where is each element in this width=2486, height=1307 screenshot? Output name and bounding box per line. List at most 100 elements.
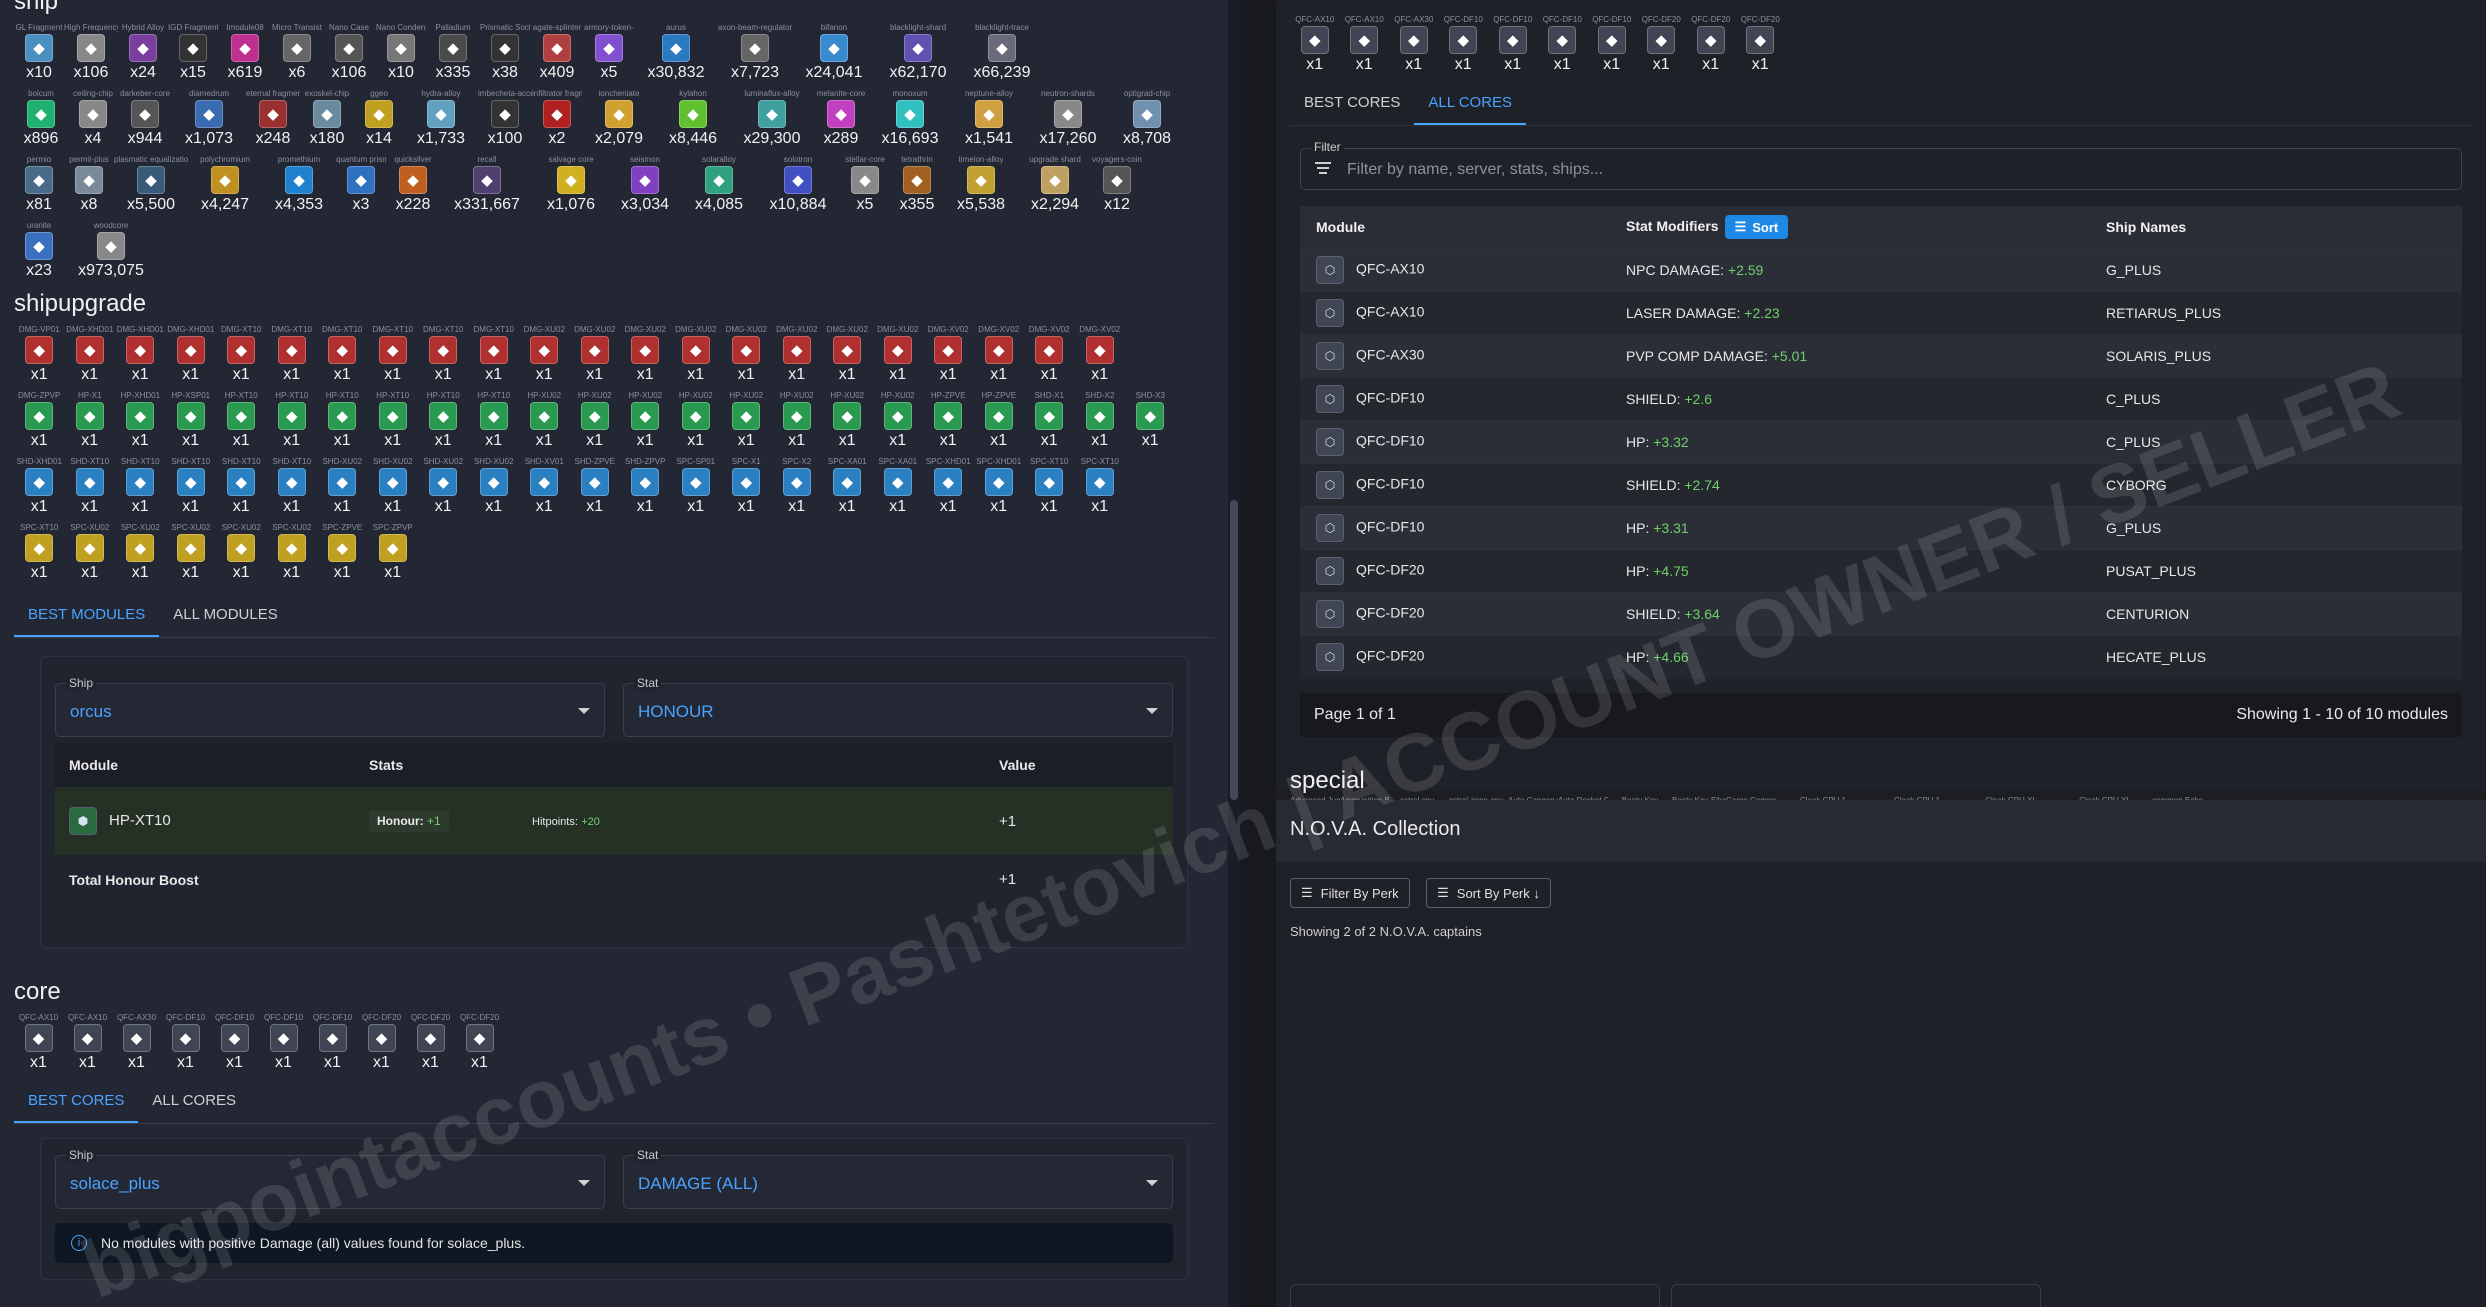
inventory-item[interactable]: neutron-shards ◆ x17,260 bbox=[1026, 88, 1110, 154]
inventory-item[interactable]: DMG-XU02 ◆ x1 bbox=[873, 324, 924, 390]
inventory-item[interactable]: woodcore ◆ x973,075 bbox=[64, 220, 158, 286]
inventory-item[interactable]: darkeber-core ◆ x944 bbox=[118, 88, 172, 154]
inventory-item[interactable]: kylahon ◆ x8,446 bbox=[656, 88, 730, 154]
inventory-item[interactable]: SHD-XV01 ◆ x1 bbox=[519, 456, 570, 522]
inventory-item[interactable]: Imodule08 ◆ x619 bbox=[218, 22, 272, 88]
inventory-item[interactable]: SPC-ZPVP ◆ x1 bbox=[368, 522, 419, 588]
inventory-item[interactable]: DMG-XV02 ◆ x1 bbox=[923, 324, 974, 390]
left-scrollbar[interactable] bbox=[1228, 0, 1240, 1307]
inventory-item[interactable]: QFC-AX30 ◆ x1 bbox=[1389, 14, 1439, 80]
inventory-item[interactable]: SPC-ZPVE ◆ x1 bbox=[317, 522, 368, 588]
inventory-item[interactable]: HP-XSP01 ◆ x1 bbox=[166, 390, 217, 456]
inventory-item[interactable]: quantum prism ◆ x3 bbox=[336, 154, 386, 220]
inventory-item[interactable]: QFC-DF10 ◆ x1 bbox=[210, 1012, 259, 1078]
tab-best-modules[interactable]: BEST MODULES bbox=[14, 594, 160, 637]
inventory-item[interactable]: IGD Fragment ◆ x15 bbox=[168, 22, 218, 88]
inventory-item[interactable]: SHD-XT10 ◆ x1 bbox=[267, 456, 318, 522]
inventory-item[interactable]: QFC-DF10 ◆ x1 bbox=[1439, 14, 1489, 80]
inventory-item[interactable]: QFC-DF20 ◆ x1 bbox=[1736, 14, 1786, 80]
inventory-item[interactable]: ceiling-chip ◆ x4 bbox=[68, 88, 118, 154]
inventory-item[interactable]: SPC-XU02 ◆ x1 bbox=[115, 522, 166, 588]
inventory-item[interactable]: DMG-XT10 ◆ x1 bbox=[317, 324, 368, 390]
inventory-item[interactable]: salvage core ◆ x1,076 bbox=[534, 154, 608, 220]
inventory-item[interactable]: permit-plus ◆ x8 bbox=[64, 154, 114, 220]
inventory-item[interactable]: HP-XU02 ◆ x1 bbox=[772, 390, 823, 456]
inventory-item[interactable]: QFC-DF10 ◆ x1 bbox=[1587, 14, 1637, 80]
inventory-item[interactable]: luminaflux-alloy ◆ x29,300 bbox=[730, 88, 814, 154]
inventory-item[interactable]: DMG-ZPVP ◆ x1 bbox=[14, 390, 65, 456]
inventory-item[interactable]: SPC-XU02 ◆ x1 bbox=[65, 522, 116, 588]
inventory-item[interactable]: QFC-AX10 ◆ x1 bbox=[1340, 14, 1390, 80]
inventory-item[interactable]: SPC-XA01 ◆ x1 bbox=[822, 456, 873, 522]
inventory-item[interactable]: HP-XT10 ◆ x1 bbox=[418, 390, 469, 456]
table-row[interactable]: ⬡ QFC-DF10 HP: +3.31 G_PLUS bbox=[1300, 506, 2462, 550]
inventory-item[interactable]: timeion-alloy ◆ x5,538 bbox=[944, 154, 1018, 220]
ship-select[interactable]: Ship orcus bbox=[55, 676, 605, 737]
inventory-item[interactable]: SPC-XA01 ◆ x1 bbox=[873, 456, 924, 522]
inventory-item[interactable]: HP-ZPVE ◆ x1 bbox=[974, 390, 1025, 456]
inventory-item[interactable]: optigrad-chip ◆ x8,708 bbox=[1110, 88, 1184, 154]
inventory-item[interactable]: Nano Condenser ◆ x10 bbox=[376, 22, 426, 88]
inventory-item[interactable]: SHD-X1 ◆ x1 bbox=[1024, 390, 1075, 456]
inventory-item[interactable]: QFC-AX10 ◆ x1 bbox=[63, 1012, 112, 1078]
inventory-item[interactable]: Micro Transistors ◆ x6 bbox=[272, 22, 322, 88]
inventory-item[interactable]: HP-XU02 ◆ x1 bbox=[671, 390, 722, 456]
table-row[interactable]: ⬢ HP-XT10 Honour: +1 Hitpoints: +20 +1 bbox=[55, 787, 1173, 855]
inventory-item[interactable]: HP-XT10 ◆ x1 bbox=[216, 390, 267, 456]
inventory-item[interactable]: QFC-DF20 ◆ x1 bbox=[1686, 14, 1736, 80]
inventory-item[interactable]: solaralloy ◆ x4,085 bbox=[682, 154, 756, 220]
inventory-item[interactable]: SHD-XT10 ◆ x1 bbox=[115, 456, 166, 522]
inventory-item[interactable]: HP-XT10 ◆ x1 bbox=[469, 390, 520, 456]
inventory-item[interactable]: QFC-DF10 ◆ x1 bbox=[161, 1012, 210, 1078]
inventory-item[interactable]: aurus ◆ x30,832 bbox=[634, 22, 718, 88]
inventory-item[interactable]: eternal fragment ◆ x248 bbox=[246, 88, 300, 154]
table-row[interactable]: ⬡ QFC-DF20 HP: +4.66 HECATE_PLUS bbox=[1300, 635, 2462, 679]
inventory-item[interactable]: SPC-XHD01 ◆ x1 bbox=[923, 456, 974, 522]
tab-best-cores[interactable]: BEST CORES bbox=[14, 1080, 139, 1123]
table-row[interactable]: ⬡ QFC-DF20 HP: +4.75 PUSAT_PLUS bbox=[1300, 549, 2462, 593]
inventory-item[interactable]: HP-XHD01 ◆ x1 bbox=[115, 390, 166, 456]
inventory-item[interactable]: SHD-X3 ◆ x1 bbox=[1125, 390, 1176, 456]
sort-button[interactable]: ☰ Sort bbox=[1724, 215, 1789, 239]
inventory-item[interactable]: agate-splinter ◆ x409 bbox=[530, 22, 584, 88]
inventory-item[interactable]: SPC-XU02 ◆ x1 bbox=[267, 522, 318, 588]
scrollbar-thumb[interactable] bbox=[1230, 500, 1238, 800]
inventory-item[interactable]: High Frequency Cable ◆ x106 bbox=[64, 22, 118, 88]
inventory-item[interactable]: Palladium ◆ x335 bbox=[426, 22, 480, 88]
inventory-item[interactable]: SPC-XU02 ◆ x1 bbox=[166, 522, 217, 588]
inventory-item[interactable]: DMG-XT10 ◆ x1 bbox=[418, 324, 469, 390]
inventory-item[interactable]: HP-XU02 ◆ x1 bbox=[873, 390, 924, 456]
inventory-item[interactable]: seismon ◆ x3,034 bbox=[608, 154, 682, 220]
inventory-item[interactable]: SPC-XHD01 ◆ x1 bbox=[974, 456, 1025, 522]
stat-select[interactable]: Stat HONOUR bbox=[623, 676, 1173, 737]
inventory-item[interactable]: upgrade shard ◆ x2,294 bbox=[1018, 154, 1092, 220]
inventory-item[interactable]: quicksilver ◆ x228 bbox=[386, 154, 440, 220]
inventory-item[interactable]: DMG-XHD01 ◆ x1 bbox=[166, 324, 217, 390]
inventory-item[interactable]: blacklight-trace ◆ x66,239 bbox=[960, 22, 1044, 88]
inventory-item[interactable]: axon-beam-regulator ◆ x7,723 bbox=[718, 22, 792, 88]
inventory-item[interactable]: DMG-XU02 ◆ x1 bbox=[620, 324, 671, 390]
table-row[interactable]: ⬡ QFC-DF10 SHIELD: +2.74 CYBORG bbox=[1300, 463, 2462, 507]
inventory-item[interactable]: SHD-XU02 ◆ x1 bbox=[368, 456, 419, 522]
inventory-item[interactable]: SHD-ZPVP ◆ x1 bbox=[620, 456, 671, 522]
inventory-item[interactable]: permio ◆ x81 bbox=[14, 154, 64, 220]
inventory-item[interactable]: QFC-DF20 ◆ x1 bbox=[357, 1012, 406, 1078]
inventory-item[interactable]: SHD-ZPVE ◆ x1 bbox=[570, 456, 621, 522]
inventory-item[interactable]: DMG-XV02 ◆ x1 bbox=[1024, 324, 1075, 390]
inventory-item[interactable]: HP-XT10 ◆ x1 bbox=[267, 390, 318, 456]
inventory-item[interactable]: QFC-AX10 ◆ x1 bbox=[14, 1012, 63, 1078]
inventory-item[interactable]: Prismatic Socket ◆ x38 bbox=[480, 22, 530, 88]
inventory-item[interactable]: SHD-XT10 ◆ x1 bbox=[166, 456, 217, 522]
inventory-item[interactable]: HP-XU02 ◆ x1 bbox=[620, 390, 671, 456]
inventory-item[interactable]: neptune-alloy ◆ x1,541 bbox=[952, 88, 1026, 154]
inventory-item[interactable]: SPC-SP01 ◆ x1 bbox=[671, 456, 722, 522]
tab-all-cores[interactable]: ALL CORES bbox=[138, 1080, 250, 1123]
inventory-item[interactable]: HP-ZPVE ◆ x1 bbox=[923, 390, 974, 456]
inventory-item[interactable]: SHD-XT10 ◆ x1 bbox=[65, 456, 116, 522]
inventory-item[interactable]: HP-XU02 ◆ x1 bbox=[570, 390, 621, 456]
inventory-item[interactable]: QFC-DF10 ◆ x1 bbox=[1538, 14, 1588, 80]
inventory-item[interactable]: DMG-XV02 ◆ x1 bbox=[974, 324, 1025, 390]
inventory-item[interactable]: SHD-XU02 ◆ x1 bbox=[469, 456, 520, 522]
inventory-item[interactable]: polychromium ◆ x4,247 bbox=[188, 154, 262, 220]
inventory-item[interactable]: plasmatic equalization plate ◆ x5,500 bbox=[114, 154, 188, 220]
